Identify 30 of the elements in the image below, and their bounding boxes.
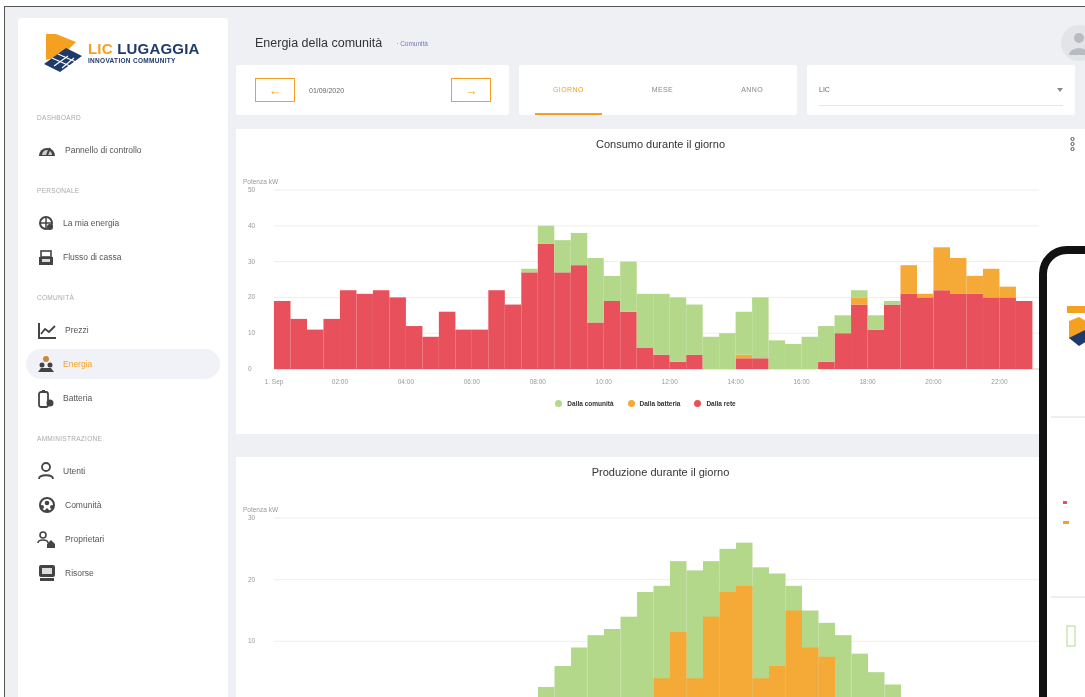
sidebar-item[interactable]: La mia energia	[26, 208, 220, 238]
group-icon	[37, 495, 57, 515]
cash-register-icon	[37, 248, 55, 266]
monitor-icon	[37, 564, 57, 582]
sidebar-item[interactable]: Comunità	[26, 490, 220, 520]
sidebar-item[interactable]: Utenti	[26, 456, 220, 486]
chart-title: Consumo durante il giorno	[596, 138, 725, 150]
sidebar-item[interactable]: Risorse	[26, 558, 220, 588]
menu-icon[interactable]	[1070, 137, 1075, 151]
brand-name: LUGAGGIA	[117, 40, 200, 57]
sidebar-item[interactable]: Batteria	[26, 383, 220, 413]
bar	[604, 629, 621, 697]
sidebar-item[interactable]: Pannello di controllo	[26, 135, 220, 165]
page-title: Energia della comunità	[255, 36, 383, 50]
user-home-icon	[37, 529, 57, 549]
sidebar-item[interactable]: Proprietari	[26, 524, 220, 554]
chart-title: Produzione durante il giorno	[591, 466, 730, 478]
globe-icon	[37, 215, 55, 231]
bar	[785, 343, 802, 369]
brand-text: LIC	[88, 40, 113, 57]
sidebar-item[interactable]: Flusso di cassa	[26, 242, 220, 272]
sidebar-item[interactable]: Prezzi	[26, 315, 220, 345]
caret-icon	[1057, 87, 1063, 92]
people-icon	[37, 355, 55, 373]
bar	[290, 318, 307, 369]
user-icon	[37, 462, 55, 480]
battery-icon	[37, 388, 55, 408]
line-chart-icon	[37, 321, 57, 339]
bar	[274, 301, 291, 369]
bar	[587, 635, 604, 697]
